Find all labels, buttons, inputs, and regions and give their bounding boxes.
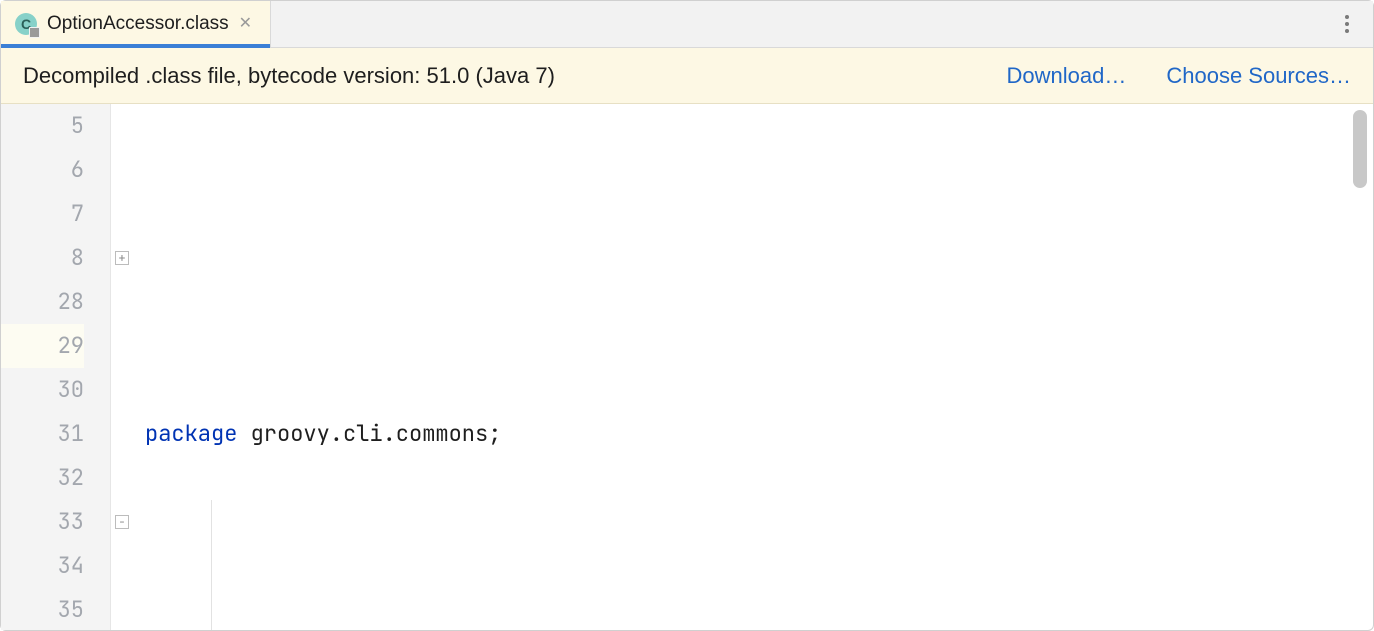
line-number: 8: [1, 236, 84, 280]
line-number: 29: [1, 324, 84, 368]
editor-tab[interactable]: C OptionAccessor.class ✕: [1, 1, 271, 47]
download-link[interactable]: Download…: [1007, 63, 1127, 89]
code-area[interactable]: package groovy.cli.commons; import ... p…: [141, 104, 1373, 630]
indent-guide: [211, 500, 212, 630]
code-editor[interactable]: 56782829303132333435 +− package groovy.c…: [1, 104, 1373, 630]
keyword-package: package: [145, 419, 237, 448]
decompiled-banner: Decompiled .class file, bytecode version…: [1, 48, 1373, 104]
line-number: 31: [1, 412, 84, 456]
package-name: groovy.cli.commons;: [237, 419, 501, 448]
class-file-icon: C: [15, 13, 37, 35]
line-number: 7: [1, 192, 84, 236]
banner-message: Decompiled .class file, bytecode version…: [23, 63, 967, 89]
class-file-icon-letter: C: [21, 16, 31, 32]
close-icon[interactable]: ✕: [239, 16, 252, 32]
tab-bar: C OptionAccessor.class ✕: [1, 1, 1373, 48]
line-number-gutter: 56782829303132333435: [1, 104, 111, 630]
line-number: 35: [1, 588, 84, 630]
fold-expand-icon[interactable]: +: [115, 251, 129, 265]
vertical-scrollbar[interactable]: [1353, 110, 1367, 188]
fold-column: +−: [111, 104, 141, 630]
tab-bar-actions: [1335, 1, 1373, 47]
line-number: 6: [1, 148, 84, 192]
line-number: 5: [1, 104, 84, 148]
fold-collapse-icon[interactable]: −: [115, 515, 129, 529]
line-number: 32: [1, 456, 84, 500]
line-number: 28: [1, 280, 84, 324]
more-options-icon[interactable]: [1335, 12, 1359, 36]
line-number: 30: [1, 368, 84, 412]
line-number: 34: [1, 544, 84, 588]
line-number: 33: [1, 500, 84, 544]
choose-sources-link[interactable]: Choose Sources…: [1166, 63, 1351, 89]
tab-label: OptionAccessor.class: [47, 13, 229, 35]
